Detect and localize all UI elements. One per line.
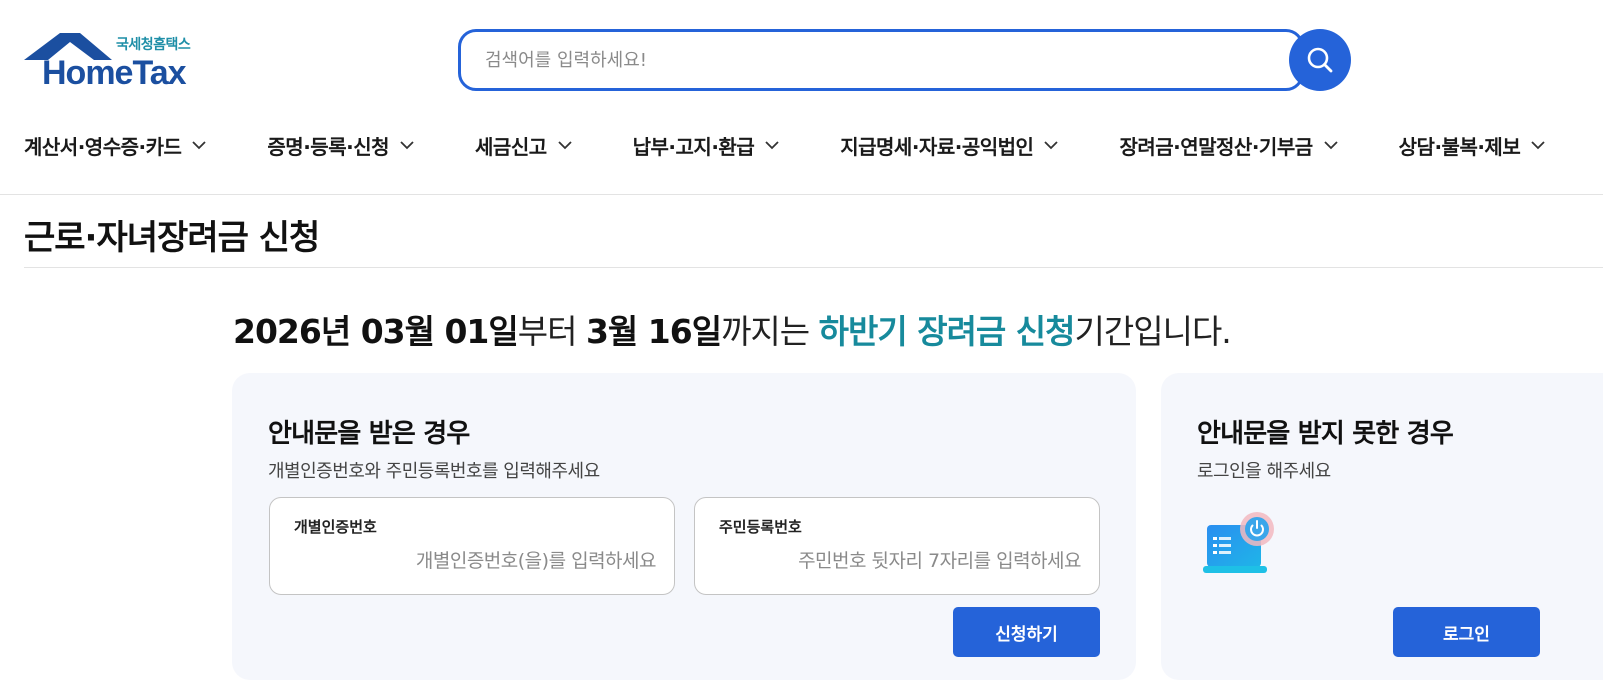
- auth-number-field: 개별인증번호: [269, 497, 675, 595]
- nav-item-certificate[interactable]: 증명·등록·신청: [267, 131, 415, 160]
- not-received-card: 안내문을 받지 못한 경우 로그인을 해주세요 로그인: [1161, 373, 1603, 680]
- received-card-title: 안내문을 받은 경우: [268, 419, 470, 449]
- notice-from: 부터: [517, 312, 586, 351]
- nav-item-tax-report[interactable]: 세금신고: [475, 131, 573, 160]
- chevron-down-icon: [557, 140, 573, 150]
- nav-divider: [0, 194, 1603, 195]
- search-button[interactable]: [1289, 29, 1351, 91]
- not-received-card-desc: 로그인을 해주세요: [1197, 461, 1331, 482]
- search-icon: [1307, 47, 1333, 73]
- nav-item-label: 지급명세·자료·공익법인: [840, 134, 1034, 159]
- page-title: 근로·자녀장려금 신청: [24, 218, 320, 258]
- nav-item-payment[interactable]: 납부·고지·환급: [633, 131, 781, 160]
- auth-number-label: 개별인증번호: [294, 518, 377, 536]
- auth-number-input[interactable]: [296, 546, 656, 576]
- notice-highlight: 하반기 장려금 신청: [818, 312, 1076, 351]
- application-period-notice: 2026년 03월 01일부터 3월 16일까지는 하반기 장려금 신청기간입니…: [233, 305, 1232, 353]
- rrn-field: 주민등록번호: [694, 497, 1100, 595]
- nav-item-label: 상담·불복·제보: [1398, 134, 1521, 159]
- not-received-card-title: 안내문을 받지 못한 경우: [1197, 419, 1454, 449]
- rrn-input[interactable]: [721, 546, 1081, 576]
- chevron-down-icon: [1530, 140, 1546, 150]
- logo-subtitle: 국세청홈택스: [116, 37, 191, 53]
- chevron-down-icon: [1043, 140, 1059, 150]
- nav-item-label: 세금신고: [475, 134, 547, 159]
- received-notice-card: 안내문을 받은 경우 개별인증번호와 주민등록번호를 입력해주세요 개별인증번호…: [232, 373, 1136, 680]
- nav-item-label: 증명·등록·신청: [267, 134, 390, 159]
- notice-end-date: 3월 16일: [585, 312, 722, 351]
- search-input[interactable]: [458, 29, 1304, 91]
- nav-item-label: 장려금·연말정산·기부금: [1119, 134, 1313, 159]
- main-nav: 계산서·영수증·카드 증명·등록·신청 세금신고 납부·고지·환급 지급명세·자…: [24, 128, 1603, 162]
- login-button[interactable]: 로그인: [1393, 607, 1540, 657]
- notice-start-date: 2026년 03월 01일: [233, 312, 519, 351]
- chevron-down-icon: [764, 140, 780, 150]
- search-bar: [458, 29, 1351, 91]
- nav-item-label: 계산서·영수증·카드: [24, 134, 182, 159]
- laptop-power-icon: [1203, 512, 1274, 573]
- title-divider: [24, 267, 1603, 268]
- notice-suffix: 기간입니다.: [1074, 312, 1232, 351]
- nav-item-incentive[interactable]: 장려금·연말정산·기부금: [1119, 131, 1338, 160]
- chevron-down-icon: [399, 140, 415, 150]
- received-card-desc: 개별인증번호와 주민등록번호를 입력해주세요: [268, 461, 600, 482]
- apply-button[interactable]: 신청하기: [953, 607, 1100, 657]
- nav-item-label: 납부·고지·환급: [632, 134, 755, 159]
- nav-item-payment-statement[interactable]: 지급명세·자료·공익법인: [840, 131, 1059, 160]
- rrn-label: 주민등록번호: [719, 518, 802, 536]
- logo-title: HomeTax: [42, 54, 187, 92]
- chevron-down-icon: [1323, 140, 1339, 150]
- nav-item-invoice[interactable]: 계산서·영수증·카드: [24, 131, 207, 160]
- notice-until: 까지는: [721, 312, 819, 351]
- chevron-down-icon: [191, 140, 207, 150]
- nav-item-consult[interactable]: 상담·불복·제보: [1399, 131, 1547, 160]
- hometax-logo[interactable]: 국세청홈택스 HomeTax: [24, 30, 214, 92]
